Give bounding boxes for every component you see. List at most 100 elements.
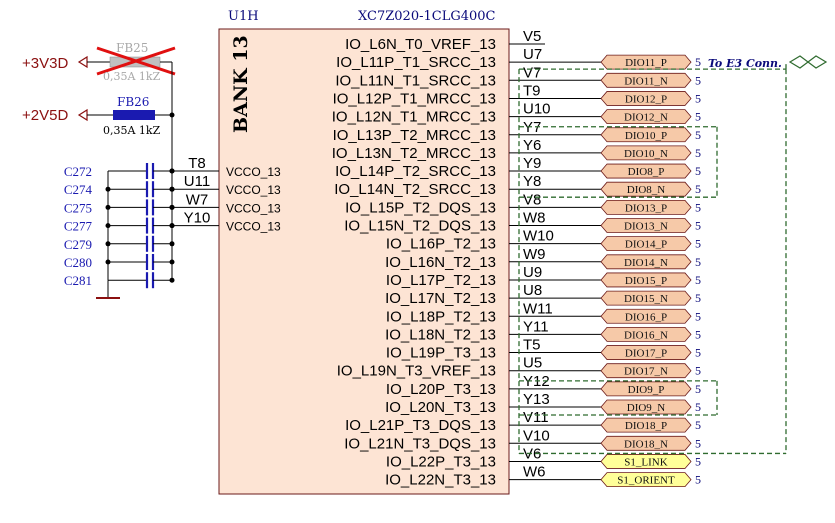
net-sheet-ref: 5 [695, 364, 701, 378]
io-pin-number: U7 [523, 46, 542, 63]
decoupling-caps: C272 C274 C275 C277 C279 C280 C281 [64, 163, 175, 299]
io-pin-number: W8 [523, 210, 546, 227]
vcco-pin-number: W7 [186, 191, 209, 208]
io-pin-number: W6 [523, 464, 546, 481]
net-port-label: DIO12_P [625, 93, 667, 105]
connector-label: To E3 Conn. [708, 57, 782, 70]
io-pin-number: Y13 [523, 391, 550, 408]
net-sheet-ref: 5 [695, 91, 701, 105]
fb26-body [113, 110, 155, 120]
io-pin-label: IO_L15P_T2_DQS_13 [345, 199, 496, 216]
io-pin-label: IO_L15N_T2_DQS_13 [344, 218, 496, 235]
net-sheet-ref: 5 [695, 473, 701, 487]
io-pin-label: IO_L22N_T3_13 [385, 472, 496, 489]
io-pin-label: IO_L16P_T2_13 [386, 236, 496, 253]
fb25-value: 0,35A 1kZ [103, 70, 161, 83]
junction-dot [105, 223, 111, 229]
net-sheet-ref: 5 [695, 436, 701, 450]
io-pin-number: V7 [523, 64, 541, 81]
io-pin-label: IO_L12P_T1_MRCC_13 [333, 90, 496, 107]
io-pin-label: IO_L17P_T2_13 [386, 272, 496, 289]
vcco-pin-label: VCCO_13 [226, 220, 281, 234]
net-port-label: DIO17_N [624, 366, 668, 378]
net-sheet-ref: 5 [695, 418, 701, 432]
net-sheet-ref: 5 [695, 291, 701, 305]
io-pin-label: IO_L20N_T3_13 [385, 399, 496, 416]
net-port-label: DIO13_N [624, 221, 668, 233]
net-sheet-ref: 5 [695, 146, 701, 160]
io-pin-number: W11 [523, 300, 553, 317]
net-port-label: DIO10_P [625, 130, 667, 142]
io-pin-number: Y6 [523, 137, 541, 154]
io-pin-number: W9 [523, 246, 546, 263]
io-pin-label: IO_L14N_T2_SRCC_13 [334, 181, 496, 198]
net-port-label: DIO14_N [624, 257, 668, 269]
net-port-label: DIO16_P [625, 311, 667, 323]
net-port-label: DIO8_P [628, 166, 665, 178]
vcco-pin-number: U11 [184, 173, 210, 190]
io-pin-label: IO_L12N_T1_MRCC_13 [332, 109, 496, 126]
net-port-label: DIO18_P [625, 420, 667, 432]
net-port-label: DIO12_N [624, 112, 668, 124]
io-pin-label: IO_L16N_T2_13 [385, 254, 496, 271]
io-pin-label: IO_L13N_T2_MRCC_13 [332, 145, 496, 162]
net-sheet-ref: 5 [695, 182, 701, 196]
io-pin-number: U10 [523, 101, 551, 118]
net-sheet-ref: 5 [695, 55, 701, 69]
power-2v5-arrow-icon [77, 108, 88, 122]
io-pin-number: T5 [523, 337, 541, 354]
component-ref: U1H [228, 9, 259, 24]
net-sheet-ref: 5 [695, 200, 701, 214]
net-sheet-ref: 5 [695, 128, 701, 142]
net-sheet-ref: 5 [695, 400, 701, 414]
io-pin-number: V11 [523, 409, 549, 426]
net-sheet-ref: 5 [695, 273, 701, 287]
net-port-label: DIO13_P [625, 202, 667, 214]
junction-dot [105, 241, 111, 247]
junction-dot [105, 186, 111, 192]
cap-ref: C274 [64, 182, 93, 197]
io-pin-label: IO_L11P_T1_SRCC_13 [336, 54, 496, 71]
io-pin-number: Y8 [523, 173, 541, 190]
net-port-label: DIO18_N [624, 438, 668, 450]
connector-bus-icon [788, 55, 828, 69]
io-pin-number: U9 [523, 264, 542, 281]
net-sheet-ref: 5 [695, 327, 701, 341]
io-pin-label: IO_L6N_T0_VREF_13 [345, 36, 496, 53]
junction-dot [105, 259, 111, 265]
io-pin-number: V8 [523, 191, 541, 208]
vcco-pin-label: VCCO_13 [226, 183, 281, 197]
io-pin-label: IO_L22P_T3_13 [386, 453, 496, 470]
net-sheet-ref: 5 [695, 255, 701, 269]
net-port-label: DIO11_P [625, 57, 667, 69]
cap-ref: C281 [64, 273, 92, 288]
net-port-label: DIO8_N [627, 184, 666, 196]
net-sheet-ref: 5 [695, 346, 701, 360]
cap-ref: C275 [64, 200, 92, 215]
net-sheet-ref: 5 [695, 454, 701, 468]
power-3v3-label: +3V3D [22, 55, 68, 72]
vcco-pin-number: T8 [188, 155, 206, 172]
io-pin-number: Y11 [523, 318, 549, 335]
net-port-label: DIO16_N [624, 329, 668, 341]
cap-ref: C280 [64, 255, 92, 270]
cap-ref: C272 [64, 164, 92, 179]
net-sheet-ref: 5 [695, 219, 701, 233]
net-sheet-ref: 5 [695, 164, 701, 178]
net-sheet-ref: 5 [695, 110, 701, 124]
fb26-value: 0,35A 1kZ [103, 124, 161, 137]
fb25-ref: FB25 [116, 41, 148, 55]
net-port-label: DIO9_N [627, 402, 666, 414]
junction-dot [169, 186, 175, 192]
io-pin-label: IO_L14P_T2_SRCC_13 [335, 163, 496, 180]
bank-label: BANK 13 [230, 35, 252, 133]
cap-ref: C279 [64, 237, 92, 252]
power-3v3-arrow-icon [77, 55, 88, 69]
io-pins: IO_L6N_T0_VREF_13 V5 IO_L11P_T1_SRCC_13 U7 D… [332, 28, 701, 489]
net-port-label: S1_ORIENT [617, 475, 675, 487]
net-sheet-ref: 5 [695, 309, 701, 323]
io-pin-label: IO_L21N_T3_DQS_13 [344, 435, 496, 452]
net-port-label: DIO10_N [624, 148, 668, 160]
net-port-label: DIO15_P [625, 275, 667, 287]
io-pin-label: IO_L19P_T3_13 [386, 345, 496, 362]
